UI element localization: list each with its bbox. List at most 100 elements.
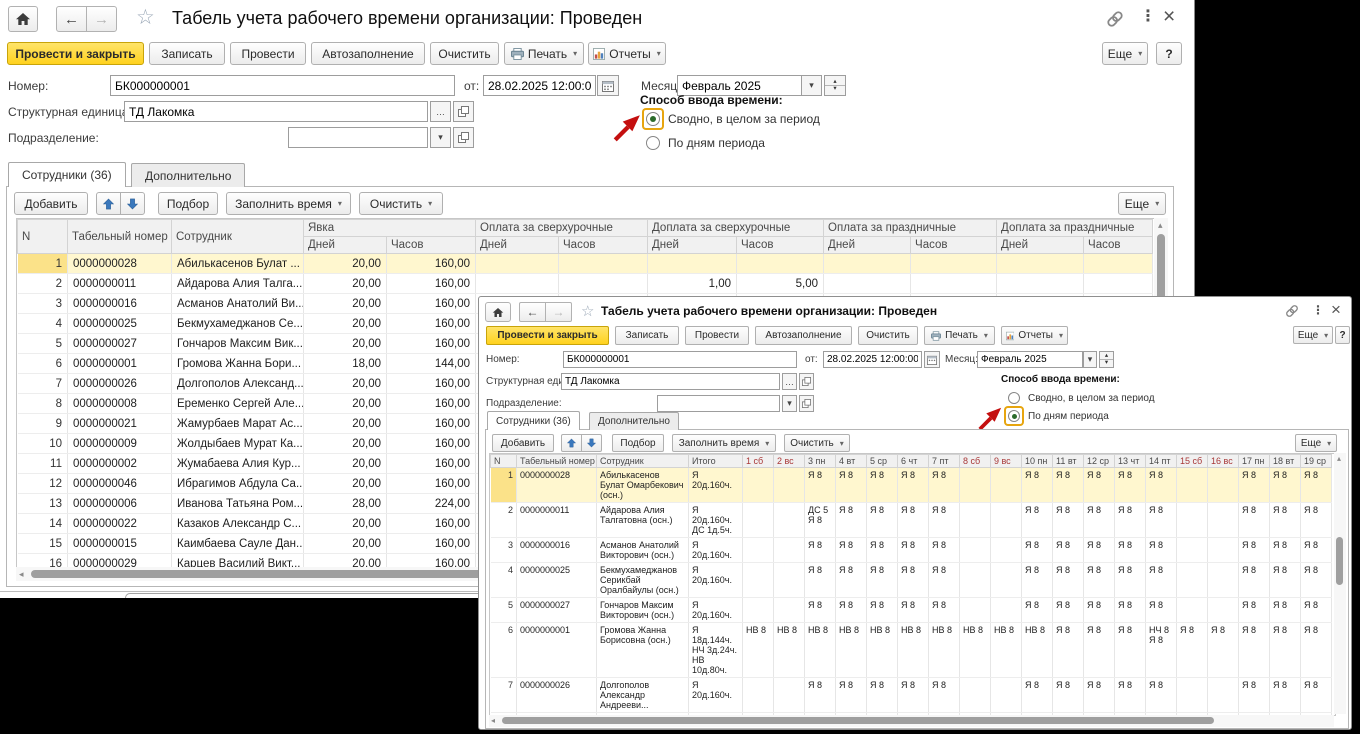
cell[interactable]: 5,00 [737, 274, 824, 294]
month-dropdown-button[interactable]: ▾ [1083, 351, 1097, 368]
cell[interactable]: 0000000016 [517, 538, 597, 563]
cell[interactable]: Я 8 [1301, 563, 1332, 598]
cell[interactable]: Я 8 [1022, 678, 1053, 713]
month-dropdown-button[interactable]: ▾ [801, 75, 822, 96]
cell[interactable]: Я 8 [867, 468, 898, 503]
cell[interactable]: 5 [18, 334, 68, 354]
cell[interactable]: Я 8 [1022, 468, 1053, 503]
cell[interactable] [476, 254, 559, 274]
cell[interactable]: Я 8 [1301, 623, 1332, 678]
cell[interactable]: Я 8 [1270, 468, 1301, 503]
cell[interactable]: 160,00 [387, 374, 476, 394]
favorite-star-icon[interactable]: ☆ [136, 7, 155, 28]
cell[interactable]: Я 8 [1053, 468, 1084, 503]
cell[interactable] [960, 678, 991, 713]
favorite-star-icon[interactable]: ☆ [581, 304, 594, 319]
cell[interactable]: Я 20д.160ч. [689, 598, 743, 623]
cell[interactable]: 15 [18, 534, 68, 554]
cell[interactable] [774, 563, 805, 598]
cell[interactable]: 20,00 [304, 374, 387, 394]
cell[interactable]: Я 18д.144ч. НЧ 3д.24ч. НВ 10д.80ч. [689, 623, 743, 678]
back-button[interactable]: ← [519, 302, 546, 322]
write-button[interactable]: Записать [615, 326, 679, 345]
cell[interactable]: Я 8 [1239, 678, 1270, 713]
unit-open-button[interactable] [799, 373, 814, 390]
cell[interactable]: 0000000002 [68, 454, 172, 474]
cell[interactable]: Я 8 [1239, 503, 1270, 538]
cell[interactable]: Громова Жанна Бори... [172, 354, 304, 374]
print-button[interactable]: Печать▾ [504, 42, 584, 65]
kebab-menu-icon[interactable]: ⋮ [1312, 304, 1324, 316]
cell[interactable]: Я 8 [898, 538, 929, 563]
clear-button[interactable]: Очистить [430, 42, 499, 65]
scroll-up-icon[interactable]: ▴ [1158, 221, 1163, 230]
cell[interactable] [743, 468, 774, 503]
cell[interactable]: НВ 8 [960, 623, 991, 678]
cell[interactable]: Я 20д.160ч. ДС 1д.5ч. [689, 503, 743, 538]
cell[interactable]: Я 8 [805, 598, 836, 623]
cell[interactable]: 0000000025 [68, 314, 172, 334]
move-up-button[interactable] [96, 192, 121, 215]
cell[interactable]: 20,00 [304, 514, 387, 534]
cell[interactable]: Бекмухамеджанов Серикбай Оралбайулы (осн… [597, 563, 689, 598]
cell[interactable]: 20,00 [304, 394, 387, 414]
cell[interactable] [648, 254, 737, 274]
date-input[interactable] [483, 75, 596, 96]
cell[interactable]: 0000000016 [68, 294, 172, 314]
cell[interactable]: 20,00 [304, 254, 387, 274]
fill-time-button[interactable]: Заполнить время▾ [672, 434, 776, 452]
cell[interactable] [1177, 538, 1208, 563]
add-row-button[interactable]: Добавить [14, 192, 88, 215]
cell[interactable]: 0000000001 [68, 354, 172, 374]
department-open-button[interactable] [799, 395, 814, 412]
radio-summary-period[interactable]: Сводно, в целом за период [1006, 390, 1155, 406]
cell[interactable]: 5 [491, 598, 517, 623]
cell[interactable]: НВ 8 [836, 623, 867, 678]
cell[interactable]: НВ 8 [774, 623, 805, 678]
cell[interactable]: Еременко Сергей Але... [172, 394, 304, 414]
cell[interactable]: Я 8 [1115, 503, 1146, 538]
cell[interactable]: 160,00 [387, 334, 476, 354]
cell[interactable]: 0000000027 [517, 598, 597, 623]
cell[interactable]: 11 [18, 454, 68, 474]
cell[interactable] [1177, 563, 1208, 598]
cell[interactable] [774, 503, 805, 538]
cell[interactable]: Я 8 [867, 598, 898, 623]
cell[interactable]: 0000000015 [68, 534, 172, 554]
cell[interactable]: Я 8 [836, 503, 867, 538]
cell[interactable]: Я 8 [898, 468, 929, 503]
calendar-button[interactable] [597, 75, 619, 96]
unit-input[interactable] [124, 101, 428, 122]
cell[interactable]: Я 8 [1301, 468, 1332, 503]
cell[interactable]: Я 8 [1270, 623, 1301, 678]
close-icon[interactable]: × [1163, 6, 1175, 27]
cell[interactable]: Я 8 [1301, 503, 1332, 538]
cell[interactable]: Я 8 [898, 598, 929, 623]
cell[interactable]: 0000000028 [517, 468, 597, 503]
scroll-up-icon[interactable]: ▴ [1337, 455, 1341, 463]
cell[interactable]: Я 8 [836, 563, 867, 598]
vertical-scrollbar[interactable]: ▴ [1334, 453, 1346, 714]
cell[interactable]: ДС 5 Я 8 [805, 503, 836, 538]
cell[interactable]: Асманов Анатолий Ви... [172, 294, 304, 314]
cell[interactable]: 160,00 [387, 314, 476, 334]
move-down-button[interactable] [581, 434, 602, 452]
cell[interactable]: Я 8 [1146, 538, 1177, 563]
cell[interactable] [1177, 468, 1208, 503]
cell[interactable]: Я 8 [1270, 538, 1301, 563]
cell[interactable]: Жолдыбаев Мурат Ка... [172, 434, 304, 454]
cell[interactable] [743, 598, 774, 623]
cell[interactable]: 0000000021 [68, 414, 172, 434]
cell[interactable]: 0000000006 [68, 494, 172, 514]
print-button[interactable]: Печать▾ [924, 326, 995, 345]
cell[interactable]: Жумабаева Алия Кур... [172, 454, 304, 474]
cell[interactable]: 6 [491, 623, 517, 678]
cell[interactable]: Я 8 [1084, 538, 1115, 563]
month-spinner[interactable]: ▴▾ [824, 75, 846, 96]
cell[interactable] [1208, 598, 1239, 623]
cell[interactable]: Я 8 [1270, 678, 1301, 713]
cell[interactable]: Я 8 [1270, 503, 1301, 538]
unit-open-button[interactable] [453, 101, 474, 122]
cell[interactable]: 144,00 [387, 354, 476, 374]
cell[interactable]: Я 8 [1022, 598, 1053, 623]
